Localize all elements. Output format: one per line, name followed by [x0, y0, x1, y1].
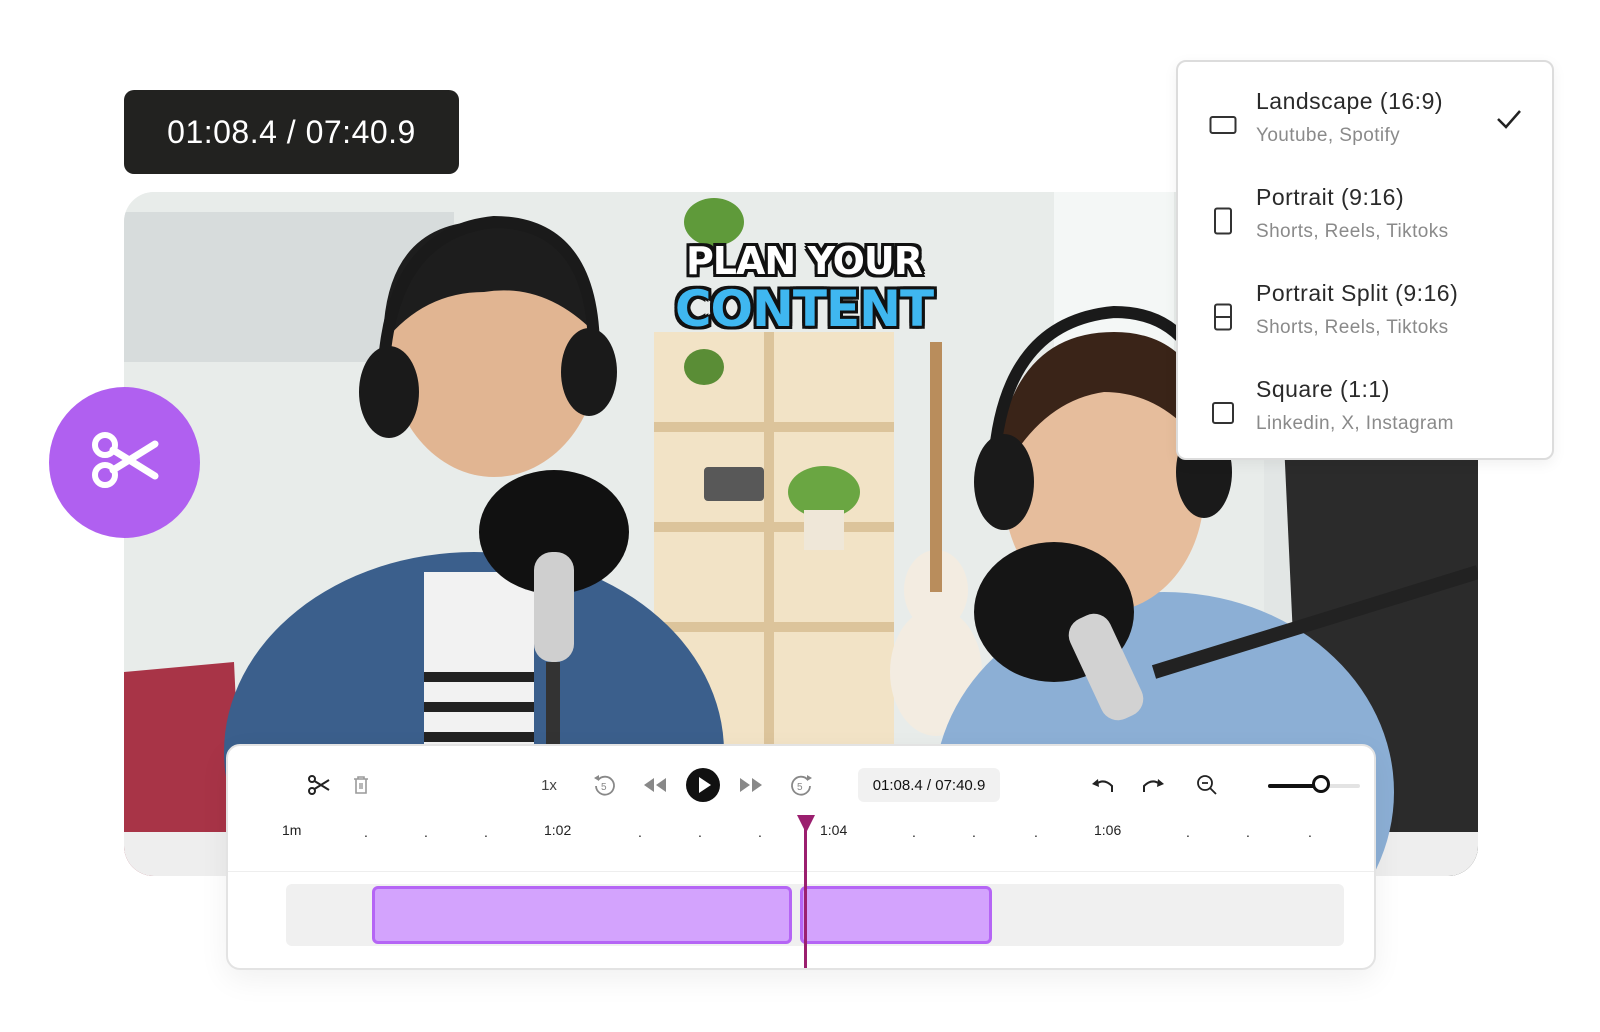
ruler-tick: .	[484, 824, 488, 840]
editor-toolbar: 1x 5 5 01:08.4 / 07:40.9	[228, 746, 1374, 804]
scissors-icon	[91, 432, 159, 493]
ruler-tick: .	[912, 824, 916, 840]
scissors-icon[interactable]	[304, 770, 334, 800]
ruler-label: 1:06	[1094, 822, 1122, 838]
aspect-option-subtitle: Linkedin, X, Instagram	[1256, 413, 1454, 434]
cut-feature-badge[interactable]	[49, 387, 200, 538]
zoom-out-icon[interactable]	[1190, 768, 1224, 802]
timeline-editor: 1x 5 5 01:08.4 / 07:40.9 1m . . . 1:02 .…	[226, 744, 1376, 970]
portrait-icon	[1208, 206, 1238, 236]
play-icon[interactable]	[684, 766, 722, 804]
video-caption: PLAN YOUR CONTENT	[654, 242, 954, 334]
undo-icon[interactable]	[1086, 768, 1120, 802]
aspect-option-portrait[interactable]: Portrait (9:16) Shorts, Reels, Tiktoks	[1178, 178, 1552, 274]
ruler-tick: .	[1246, 824, 1250, 840]
playhead-handle-icon[interactable]	[795, 813, 817, 840]
playhead-line[interactable]	[804, 818, 807, 968]
rewind-5-icon[interactable]: 5	[588, 768, 622, 802]
svg-text:5: 5	[601, 782, 607, 793]
ruler-label: 1:04	[820, 822, 848, 838]
forward-5-icon[interactable]: 5	[784, 768, 818, 802]
ruler-tick: .	[1186, 824, 1190, 840]
landscape-icon	[1208, 110, 1238, 140]
aspect-option-subtitle: Shorts, Reels, Tiktoks	[1256, 221, 1449, 242]
ruler-tick: .	[758, 824, 762, 840]
caption-line-2: CONTENT	[674, 280, 934, 338]
ruler-tick: .	[364, 824, 368, 840]
trash-icon[interactable]	[346, 770, 376, 800]
ruler-label: 1:02	[544, 822, 572, 838]
check-icon	[1496, 108, 1522, 135]
ruler-tick: .	[1308, 824, 1312, 840]
caption-line-1: PLAN YOUR	[685, 239, 923, 283]
portrait-split-icon	[1208, 302, 1238, 332]
redo-icon[interactable]	[1136, 768, 1170, 802]
aspect-option-square[interactable]: Square (1:1) Linkedin, X, Instagram	[1178, 370, 1552, 466]
ruler-label: 1m	[282, 822, 302, 838]
app-frame: 01:08.4 / 07:40.9 PLAN YOUR CONTENT Land…	[0, 0, 1600, 1032]
aspect-option-title: Portrait Split (9:16)	[1256, 280, 1459, 306]
zoom-slider-handle[interactable]	[1312, 775, 1330, 793]
time-badge: 01:08.4 / 07:40.9	[124, 90, 459, 174]
aspect-option-subtitle: Shorts, Reels, Tiktoks	[1256, 317, 1449, 338]
skip-forward-icon[interactable]	[734, 768, 768, 802]
video-clip-1[interactable]	[372, 886, 792, 944]
ruler-tick: .	[1034, 824, 1038, 840]
skip-back-icon[interactable]	[638, 768, 672, 802]
ruler-tick: .	[424, 824, 428, 840]
aspect-option-title: Portrait (9:16)	[1256, 184, 1405, 210]
svg-text:5: 5	[797, 782, 803, 793]
aspect-option-title: Square (1:1)	[1256, 376, 1390, 402]
aspect-ratio-menu: Landscape (16:9) Youtube, Spotify Portra…	[1176, 60, 1554, 460]
ruler-tick: .	[972, 824, 976, 840]
aspect-option-landscape[interactable]: Landscape (16:9) Youtube, Spotify	[1178, 82, 1552, 178]
square-icon	[1208, 398, 1238, 428]
playback-speed[interactable]: 1x	[534, 770, 564, 800]
ruler-tick: .	[698, 824, 702, 840]
video-clip-2[interactable]	[800, 886, 992, 944]
aspect-option-title: Landscape (16:9)	[1256, 88, 1444, 114]
ruler-tick: .	[638, 824, 642, 840]
aspect-option-subtitle: Youtube, Spotify	[1256, 125, 1401, 146]
aspect-option-portrait-split[interactable]: Portrait Split (9:16) Shorts, Reels, Tik…	[1178, 274, 1552, 370]
editor-time-display: 01:08.4 / 07:40.9	[858, 768, 1000, 802]
timeline-divider	[228, 871, 1374, 872]
